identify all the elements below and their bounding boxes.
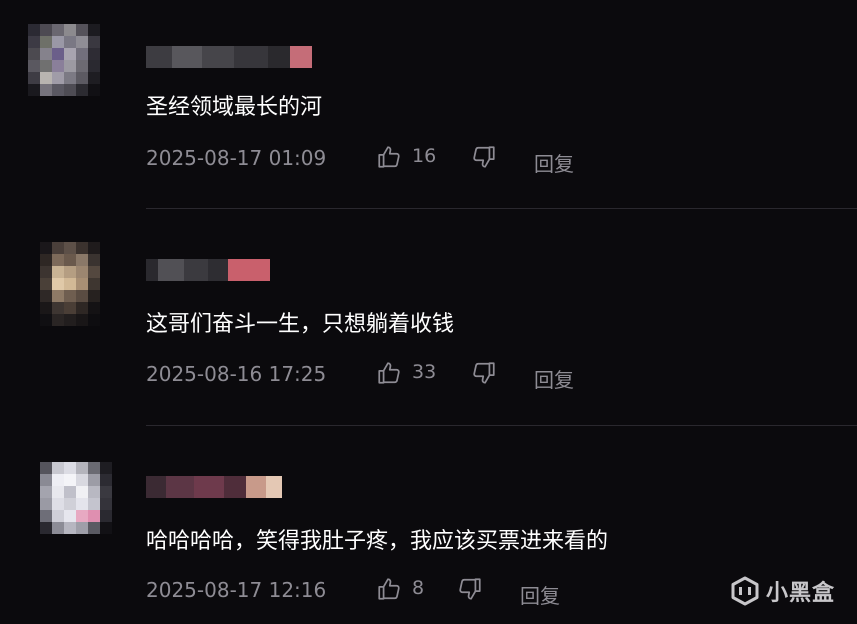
username-redacted[interactable] <box>146 259 270 281</box>
comment-list: 圣经领域最长的河 2025-08-17 01:09 16 回复 这哥们奋斗一生，… <box>0 0 857 624</box>
comment-text: 圣经领域最长的河 <box>146 95 323 120</box>
thumbs-down-icon[interactable] <box>457 576 483 602</box>
comment-time: 2025-08-17 01:09 <box>146 146 327 170</box>
comment-time: 2025-08-16 17:25 <box>146 362 327 386</box>
like-count: 8 <box>412 577 425 599</box>
watermark-text: 小黑盒 <box>765 581 835 606</box>
comment-text: 哈哈哈哈，笑得我肚子疼，我应该买票进来看的 <box>146 529 609 554</box>
reply-button[interactable]: 回复 <box>520 580 560 609</box>
comment-text: 这哥们奋斗一生，只想躺着收钱 <box>146 312 455 337</box>
comment-meta: 2025-08-16 17:25 33 回复 <box>146 360 646 393</box>
reply-button[interactable]: 回复 <box>534 148 574 177</box>
comment-time: 2025-08-17 12:16 <box>146 578 327 602</box>
thumbs-up-icon[interactable] <box>376 144 402 170</box>
divider <box>146 425 857 426</box>
username-redacted[interactable] <box>146 46 312 68</box>
thumbs-up-icon[interactable] <box>376 360 402 386</box>
thumbs-down-icon[interactable] <box>471 360 497 386</box>
reply-button[interactable]: 回复 <box>534 364 574 393</box>
avatar[interactable] <box>28 24 100 96</box>
thumbs-up-icon[interactable] <box>376 576 402 602</box>
avatar[interactable] <box>40 462 112 538</box>
divider <box>146 208 857 209</box>
xiaoheihe-logo-icon <box>731 576 759 606</box>
like-count: 33 <box>412 361 437 383</box>
avatar[interactable] <box>40 242 100 326</box>
comment-meta: 2025-08-17 12:16 8 回复 <box>146 576 646 609</box>
like-count: 16 <box>412 145 437 167</box>
watermark: 小黑盒 <box>730 574 835 608</box>
thumbs-down-icon[interactable] <box>471 144 497 170</box>
username-redacted[interactable] <box>146 476 282 498</box>
comment-meta: 2025-08-17 01:09 16 回复 <box>146 144 646 177</box>
